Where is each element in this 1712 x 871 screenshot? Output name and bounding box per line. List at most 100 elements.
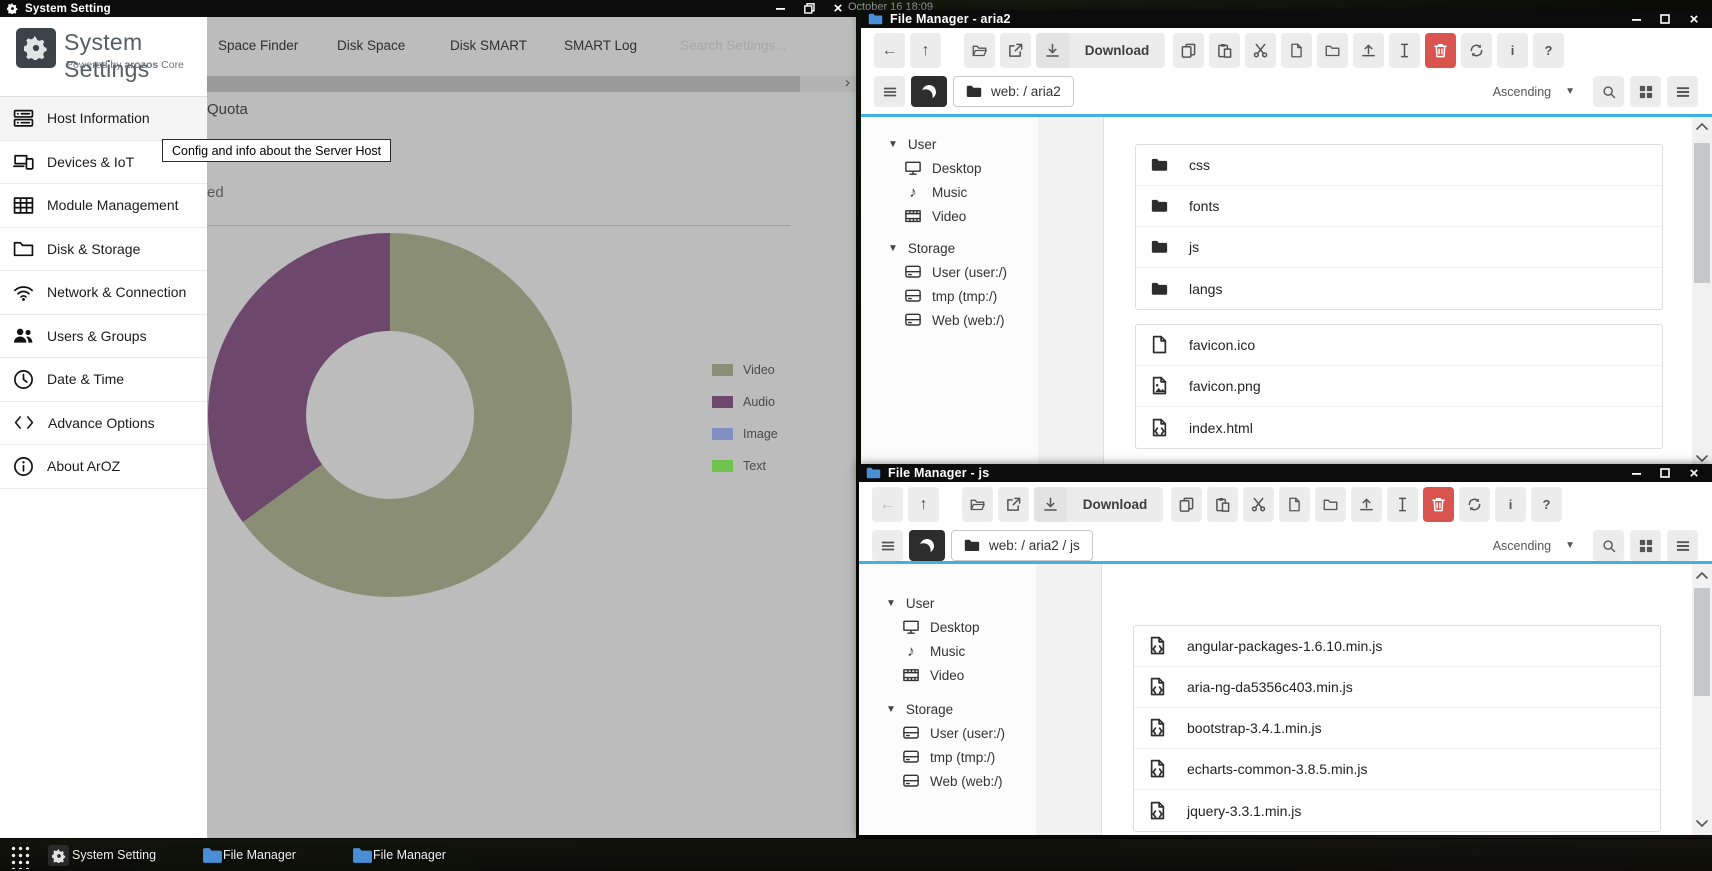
tab-disk-smart[interactable]: Disk SMART [450, 38, 527, 53]
tree-section-user[interactable]: ▼User [861, 132, 1038, 156]
scrollbar-thumb[interactable] [1694, 588, 1710, 696]
up-button[interactable]: ↑ [910, 33, 941, 68]
refresh-button[interactable] [1461, 33, 1492, 68]
rename-button[interactable] [1389, 33, 1420, 68]
delete-button[interactable] [1423, 487, 1454, 522]
chevron-down-icon[interactable] [1696, 820, 1708, 827]
minimize-button[interactable] [773, 2, 787, 16]
taskbar-label[interactable]: File Manager [223, 848, 296, 862]
paste-button[interactable] [1209, 33, 1240, 68]
back-button[interactable]: ← [872, 487, 903, 522]
dark-mode-button[interactable] [911, 76, 947, 107]
tree-item-music[interactable]: ♪Music [861, 180, 1038, 204]
upload-button[interactable] [1351, 487, 1382, 522]
new-file-button[interactable] [1279, 487, 1310, 522]
open-external-button[interactable] [1000, 33, 1031, 68]
horizontal-scrollbar[interactable]: › [207, 76, 856, 92]
open-external-button[interactable] [998, 487, 1029, 522]
tree-item-music[interactable]: ♪Music [859, 639, 1036, 663]
fm-titlebar[interactable]: File Manager - aria2 × [861, 10, 1712, 28]
vertical-scrollbar[interactable] [1692, 117, 1712, 472]
new-folder-button[interactable] [1315, 487, 1346, 522]
file-row-index-html[interactable]: index.html [1136, 407, 1662, 448]
tree-section-storage[interactable]: ▼Storage [861, 236, 1038, 260]
cut-button[interactable] [1245, 33, 1276, 68]
copy-button[interactable] [1173, 33, 1204, 68]
tab-smart-log[interactable]: SMART Log [564, 38, 637, 53]
file-row-aria-ng[interactable]: aria-ng-da5356c403.min.js [1134, 667, 1660, 708]
scrollbar-thumb[interactable] [207, 76, 800, 92]
new-folder-button[interactable] [1317, 33, 1348, 68]
back-button[interactable]: ← [874, 33, 905, 68]
taskbar-item-system-setting[interactable] [48, 845, 69, 866]
sidebar-item-disk-storage[interactable]: Disk & Storage [0, 228, 207, 272]
tree-section-user[interactable]: ▼User [859, 591, 1036, 615]
tree-item-web-drive[interactable]: Web (web:/) [859, 769, 1036, 793]
tree-item-user-drive[interactable]: User (user:/) [859, 721, 1036, 745]
grid-view-button[interactable] [1630, 530, 1661, 561]
delete-button[interactable] [1425, 33, 1456, 68]
taskbar-item-file-manager-1[interactable] [202, 847, 223, 864]
settings-search-input[interactable]: Search Settings... [680, 38, 787, 53]
info-button[interactable]: i [1497, 33, 1528, 68]
sidebar-item-date-time[interactable]: Date & Time [0, 358, 207, 402]
scrollbar-thumb[interactable] [1694, 143, 1710, 283]
cut-button[interactable] [1243, 487, 1274, 522]
sort-dropdown[interactable]: Ascending ▼ [1493, 85, 1575, 99]
file-row-langs[interactable]: langs [1136, 268, 1662, 309]
file-row-echarts[interactable]: echarts-common-3.8.5.min.js [1134, 749, 1660, 790]
taskbar-label[interactable]: System Setting [72, 848, 156, 862]
copy-button[interactable] [1171, 487, 1202, 522]
up-button[interactable]: ↑ [908, 487, 939, 522]
sidebar-item-host-information[interactable]: Host Information [0, 97, 207, 141]
sidebar-item-advance-options[interactable]: Advance Options [0, 402, 207, 446]
maximize-button[interactable] [1658, 12, 1672, 26]
open-folder-button[interactable] [964, 33, 995, 68]
menu-button[interactable] [874, 76, 905, 107]
minimize-button[interactable] [1629, 466, 1643, 480]
grid-view-button[interactable] [1630, 76, 1661, 107]
tree-item-web-drive[interactable]: Web (web:/) [861, 308, 1038, 332]
tab-disk-space[interactable]: Disk Space [337, 38, 405, 53]
taskbar-item-file-manager-2[interactable] [352, 847, 373, 864]
close-button[interactable]: × [1687, 12, 1701, 26]
help-button[interactable]: ? [1533, 33, 1564, 68]
dark-mode-button[interactable] [909, 530, 945, 561]
file-row-css[interactable]: css [1136, 145, 1662, 186]
sidebar-item-about-aroz[interactable]: About ArOZ [0, 445, 207, 489]
tree-section-storage[interactable]: ▼Storage [859, 697, 1036, 721]
chevron-right-icon[interactable]: › [845, 74, 850, 91]
tree-item-tmp-drive[interactable]: tmp (tmp:/) [861, 284, 1038, 308]
file-row-angular[interactable]: angular-packages-1.6.10.min.js [1134, 626, 1660, 667]
sidebar-item-network-connection[interactable]: Network & Connection [0, 271, 207, 315]
upload-button[interactable] [1353, 33, 1384, 68]
rename-button[interactable] [1387, 487, 1418, 522]
breadcrumb[interactable]: web: / aria2 [953, 76, 1074, 107]
tree-item-video[interactable]: Video [861, 204, 1038, 228]
fm-titlebar[interactable]: File Manager - js × [859, 464, 1712, 482]
restore-button[interactable] [802, 2, 816, 16]
menu-button[interactable] [872, 530, 903, 561]
breadcrumb[interactable]: web: / aria2 / js [951, 530, 1093, 561]
open-folder-button[interactable] [962, 487, 993, 522]
refresh-button[interactable] [1459, 487, 1490, 522]
download-button[interactable]: Download [1034, 487, 1163, 522]
sort-dropdown[interactable]: Ascending ▼ [1493, 539, 1575, 553]
chevron-up-icon[interactable] [1696, 123, 1708, 130]
new-file-button[interactable] [1281, 33, 1312, 68]
tree-item-tmp-drive[interactable]: tmp (tmp:/) [859, 745, 1036, 769]
maximize-button[interactable] [1658, 466, 1672, 480]
app-launcher-icon[interactable] [9, 843, 30, 869]
sidebar-item-module-management[interactable]: Module Management [0, 184, 207, 228]
help-button[interactable]: ? [1531, 487, 1562, 522]
vertical-scrollbar[interactable] [1692, 564, 1712, 835]
tree-item-user-drive[interactable]: User (user:/) [861, 260, 1038, 284]
close-button[interactable]: × [831, 2, 845, 16]
info-button[interactable]: i [1495, 487, 1526, 522]
file-row-bootstrap[interactable]: bootstrap-3.4.1.min.js [1134, 708, 1660, 749]
download-button[interactable]: Download [1036, 33, 1165, 68]
file-row-fonts[interactable]: fonts [1136, 186, 1662, 227]
file-row-favicon-ico[interactable]: favicon.ico [1136, 325, 1662, 366]
chevron-down-icon[interactable] [1696, 455, 1708, 462]
minimize-button[interactable] [1629, 12, 1643, 26]
